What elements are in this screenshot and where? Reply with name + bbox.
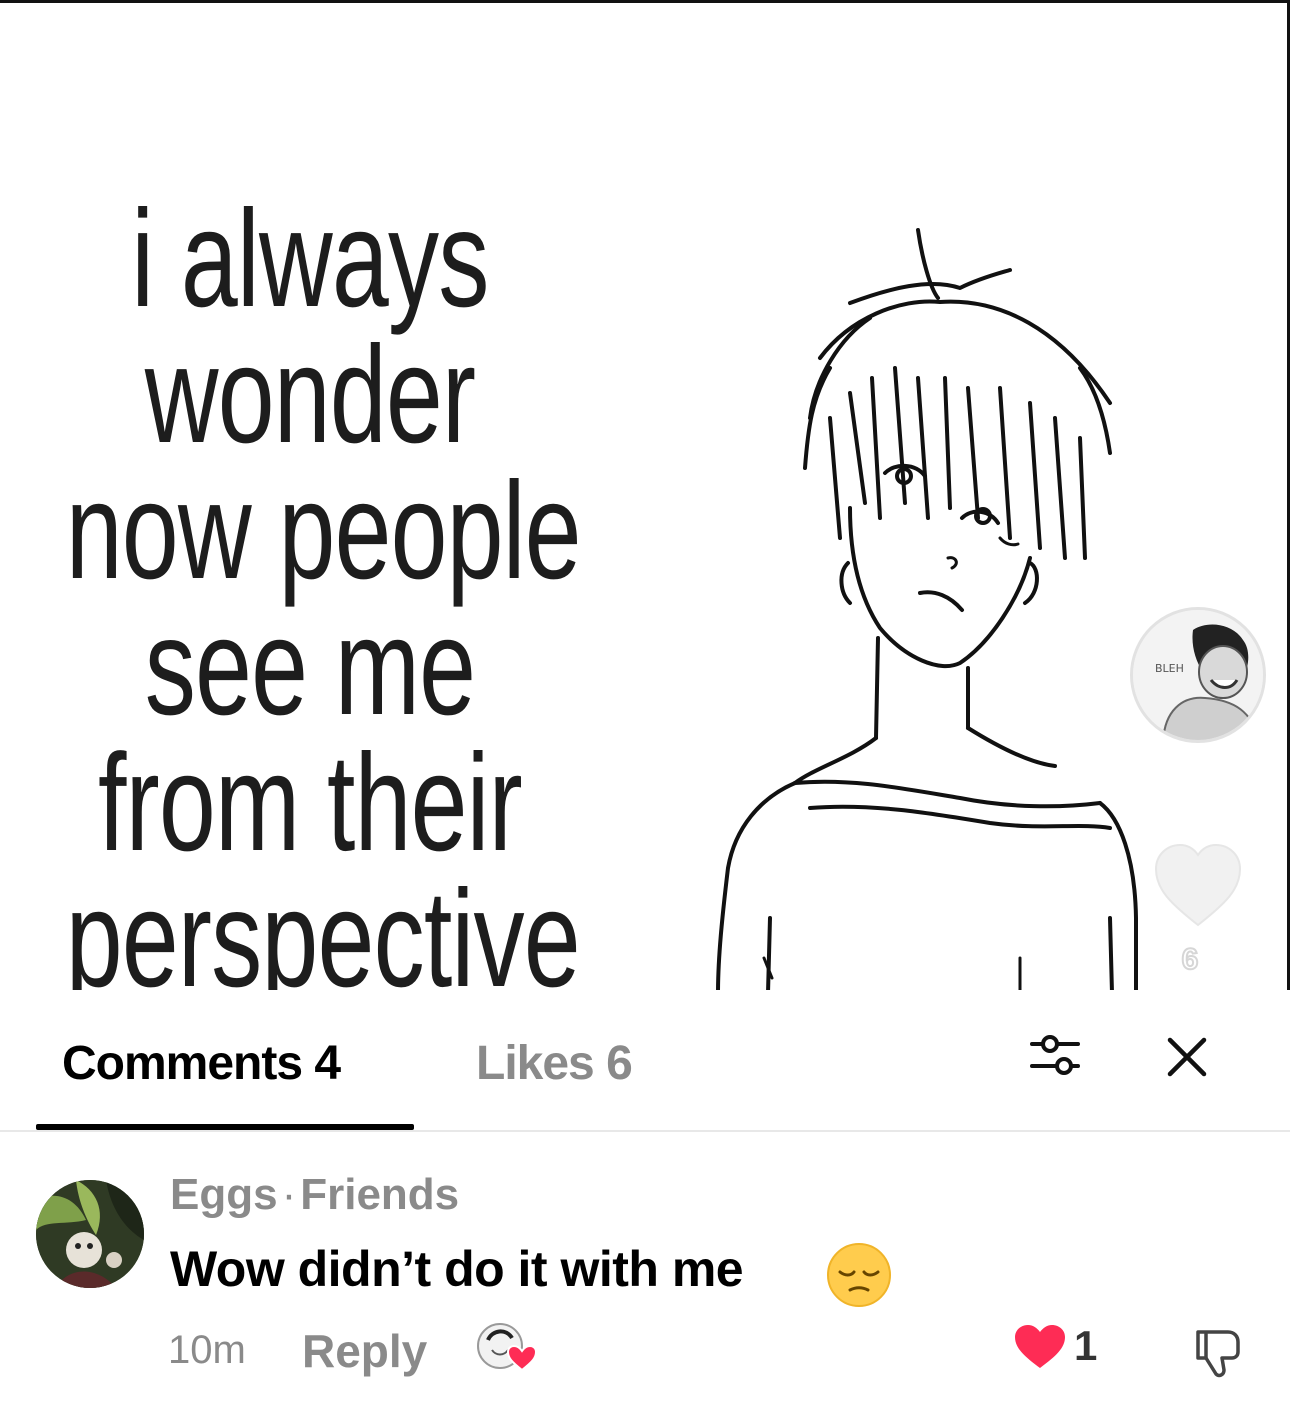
heart-filled-icon (1015, 1325, 1065, 1368)
meme-line: wonder (144, 318, 476, 472)
meme-line: now people (65, 454, 582, 608)
comment-username[interactable]: Eggs (170, 1170, 278, 1219)
filter-button[interactable] (1020, 1020, 1090, 1090)
creator-avatar[interactable]: BLEH (1130, 607, 1266, 743)
meta-separator: · (281, 1170, 297, 1219)
tab-comments[interactable]: Comments 4 (62, 1036, 341, 1091)
heart-icon[interactable] (1150, 841, 1246, 931)
meme-line: see me (144, 590, 476, 744)
avatar-drawing: BLEH (1133, 610, 1263, 740)
active-tab-indicator (36, 1124, 414, 1130)
post-image: i always wonder now people see me from t… (0, 0, 1290, 990)
avatar-art (36, 1180, 144, 1288)
pensive-face-emoji (827, 1243, 891, 1307)
meme-line: i always (131, 182, 489, 336)
thumbs-down-icon (1196, 1330, 1240, 1378)
comment-text: Wow didn’t do it with me (170, 1241, 744, 1297)
reply-button[interactable]: Reply (302, 1324, 427, 1378)
comment-item: Eggs·Friends Wow didn’t do it with me 10… (0, 1170, 1290, 1400)
dislike-button[interactable] (1188, 1322, 1248, 1382)
sticker-text: BLEH (1155, 662, 1184, 675)
comment-header: Eggs·Friends (170, 1170, 459, 1220)
close-icon (1167, 1037, 1207, 1077)
commenter-avatar[interactable] (36, 1180, 144, 1288)
comment-like-button[interactable]: 1 (1012, 1322, 1112, 1382)
comment-like-count: 1 (1074, 1322, 1098, 1369)
friend-label: Friends (300, 1170, 460, 1219)
tab-bar: Comments 4 Likes 6 (0, 990, 1290, 1132)
sliders-icon (1030, 1035, 1080, 1075)
meme-line: from their (98, 726, 523, 880)
manga-character-drawing (716, 228, 1138, 990)
comments-sheet: Comments 4 Likes 6 Eggs·Friends Wow didn… (0, 990, 1290, 1404)
post-like-count: 6 (1181, 942, 1200, 977)
tab-likes[interactable]: Likes 6 (476, 1036, 633, 1091)
creator-liked-badge-icon (477, 1323, 538, 1372)
meme-caption: i always wonder now people see me from t… (65, 182, 582, 990)
close-button[interactable] (1156, 1026, 1218, 1088)
comment-timestamp: 10m (168, 1328, 246, 1372)
meme-line: perspective (65, 862, 581, 990)
